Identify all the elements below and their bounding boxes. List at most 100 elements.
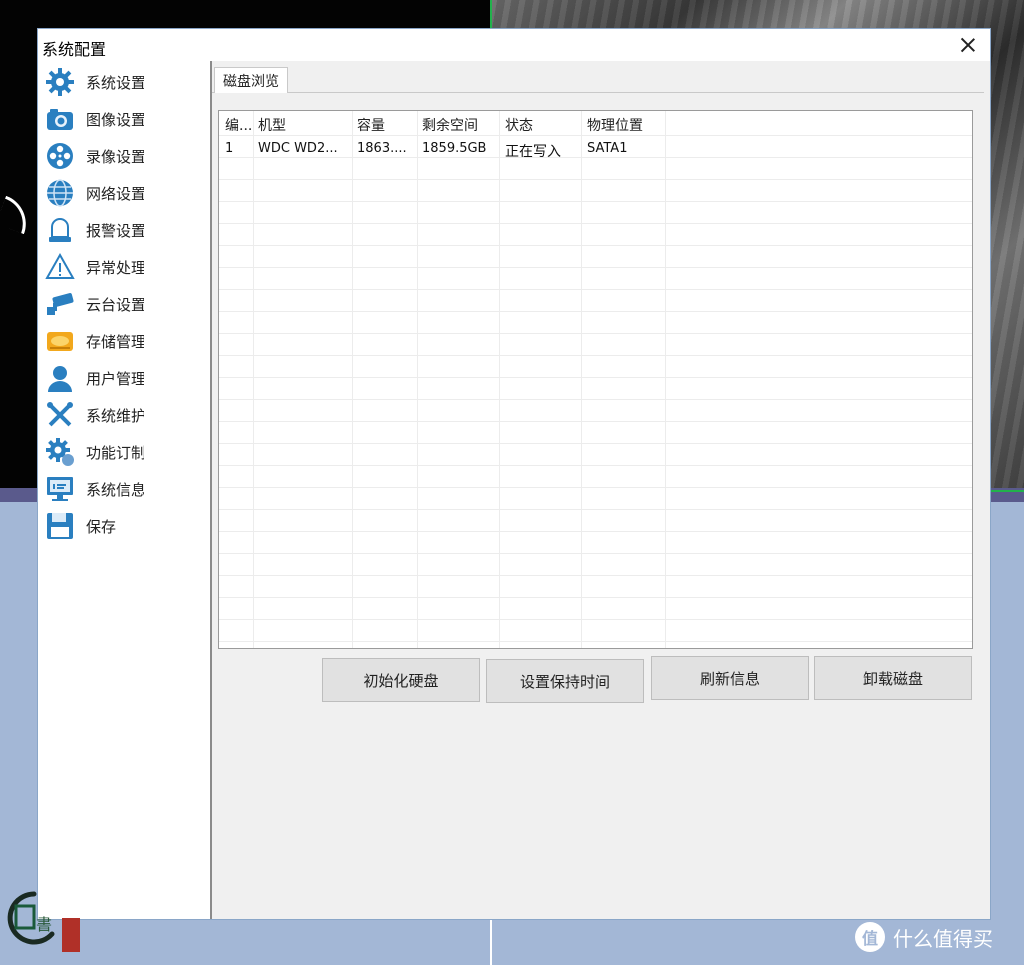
video-artifact (0, 195, 35, 235)
table-grid-line (219, 245, 972, 246)
table-grid-line (219, 223, 972, 224)
table-grid-line (219, 509, 972, 510)
table-grid-line (352, 111, 353, 648)
sidebar-item-label: 用户管理 (86, 369, 144, 388)
sidebar-item-label: 图像设置 (86, 110, 144, 129)
sidebar-item-label: 网络设置 (86, 184, 144, 203)
user-icon (44, 362, 76, 394)
cell-status: 正在写入 (505, 144, 561, 160)
grid-divider (490, 920, 492, 965)
table-grid-line (219, 157, 972, 158)
sidebar-item-image-settings[interactable]: 图像设置 (44, 102, 204, 136)
table-grid-line (253, 111, 254, 648)
sidebar-item-label: 存储管理 (86, 332, 144, 351)
sidebar-item-system-info[interactable]: 系统信息 (44, 472, 204, 506)
sidebar-item-save[interactable]: 保存 (44, 509, 204, 543)
table-grid-line (219, 289, 972, 290)
ptz-camera-icon (44, 288, 76, 320)
cell-capacity: 1863.... (357, 141, 407, 156)
table-grid-line (417, 111, 418, 648)
cell-free-space: 1859.5GB (422, 141, 487, 156)
column-header-capacity[interactable]: 容量 (357, 115, 385, 135)
set-hold-time-button[interactable]: 设置保持时间 (486, 659, 644, 703)
table-grid-line (499, 111, 500, 648)
column-header-number[interactable]: 编... (225, 115, 252, 135)
sidebar-item-feature-customization[interactable]: 功能订制 (44, 435, 204, 469)
sidebar-item-label: 系统信息 (86, 480, 144, 499)
column-header-model[interactable]: 机型 (258, 115, 286, 135)
table-grid-line (219, 531, 972, 532)
column-header-free-space[interactable]: 剩余空间 (422, 115, 478, 135)
sidebar-item-label: 异常处理 (86, 258, 144, 277)
warning-triangle-icon (44, 251, 76, 283)
sidebar-item-record-settings[interactable]: 录像设置 (44, 139, 204, 173)
cell-model: WDC WD2... (258, 141, 338, 156)
table-grid-line (219, 487, 972, 488)
table-grid-line (219, 597, 972, 598)
table-grid-line (219, 377, 972, 378)
alarm-bell-icon (44, 214, 76, 246)
table-grid-line (219, 465, 972, 466)
gear-icon (44, 66, 76, 98)
watermark-seal-logo: 書 (4, 888, 84, 958)
system-config-dialog: 系统配置 系统设置 图像设置 录像设置 网络设置 报警设置 异常处理 云台设置 … (37, 28, 991, 920)
sidebar-item-network-settings[interactable]: 网络设置 (44, 176, 204, 210)
table-grid-line (219, 201, 972, 202)
sidebar-item-system-maintenance[interactable]: 系统维护 (44, 398, 204, 432)
table-grid-line (219, 421, 972, 422)
sidebar-item-label: 报警设置 (86, 221, 144, 240)
gear-custom-icon (44, 436, 76, 468)
table-grid-line (219, 179, 972, 180)
unmount-disk-button[interactable]: 卸载磁盘 (814, 656, 972, 700)
column-header-status[interactable]: 状态 (505, 115, 533, 135)
sidebar-item-label: 云台设置 (86, 295, 144, 314)
sidebar-item-exception-handling[interactable]: 异常处理 (44, 250, 204, 284)
refresh-info-button[interactable]: 刷新信息 (651, 656, 809, 700)
hard-disk-icon (44, 325, 76, 357)
column-header-location[interactable]: 物理位置 (587, 115, 643, 135)
watermark-text: 什么值得买 (893, 926, 993, 951)
watermark-smzdm: 值 什么值得买 (855, 922, 993, 952)
floppy-disk-icon (44, 510, 76, 542)
info-monitor-icon (44, 473, 76, 505)
sidebar-item-system-settings[interactable]: 系统设置 (44, 65, 204, 99)
sidebar-item-storage-management[interactable]: 存储管理 (44, 324, 204, 358)
film-reel-icon (44, 140, 76, 172)
sidebar-item-label: 系统设置 (86, 73, 144, 92)
table-grid-line (665, 111, 666, 648)
window-title: 系统配置 (42, 40, 107, 59)
init-disk-button[interactable]: 初始化硬盘 (322, 658, 480, 702)
tools-icon (44, 399, 76, 431)
svg-text:書: 書 (36, 915, 52, 934)
grid-divider (490, 0, 492, 28)
sidebar-item-label: 功能订制 (86, 443, 144, 462)
disk-table[interactable]: 编... 机型 容量 剩余空间 状态 物理位置 1 WDC WD2... 186… (218, 110, 973, 649)
table-grid-line (219, 553, 972, 554)
cell-number: 1 (225, 141, 234, 156)
title-bar[interactable]: 系统配置 (38, 29, 990, 61)
table-grid-line (219, 355, 972, 356)
table-grid-line (219, 333, 972, 334)
sidebar-item-label: 系统维护 (86, 406, 144, 425)
table-grid-line (219, 267, 972, 268)
cell-location: SATA1 (587, 141, 628, 156)
tab-bar: 磁盘浏览 (212, 65, 984, 93)
table-grid-line (219, 135, 972, 136)
close-button[interactable] (958, 35, 978, 55)
table-grid-line (581, 111, 582, 648)
table-grid-line (219, 311, 972, 312)
table-grid-line (219, 575, 972, 576)
tab-disk-browse[interactable]: 磁盘浏览 (214, 67, 288, 93)
sidebar-item-label: 录像设置 (86, 147, 144, 166)
sidebar-item-user-management[interactable]: 用户管理 (44, 361, 204, 395)
sidebar: 系统设置 图像设置 录像设置 网络设置 报警设置 异常处理 云台设置 存储管理 … (38, 61, 212, 919)
watermark-glyph: 值 (861, 929, 878, 948)
sidebar-item-alarm-settings[interactable]: 报警设置 (44, 213, 204, 247)
grid-divider (990, 490, 1024, 492)
sidebar-item-ptz-settings[interactable]: 云台设置 (44, 287, 204, 321)
sidebar-item-label: 保存 (86, 517, 117, 536)
globe-icon (44, 177, 76, 209)
table-grid-line (219, 443, 972, 444)
camera-icon (44, 103, 76, 135)
table-grid-line (219, 641, 972, 642)
